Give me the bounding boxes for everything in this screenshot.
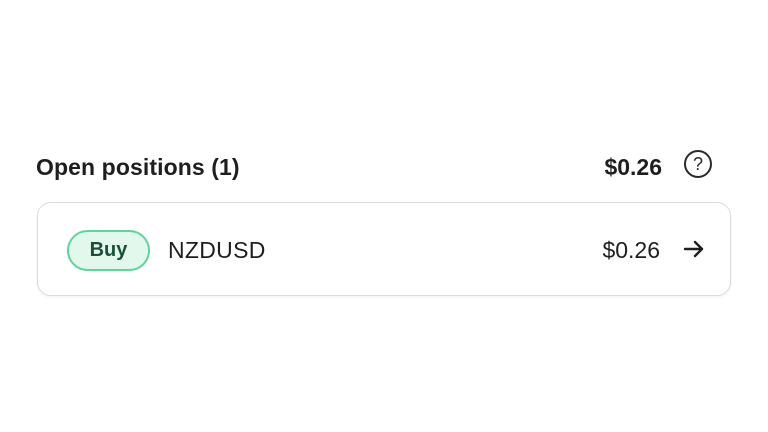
- arrow-right-icon[interactable]: [682, 237, 706, 261]
- position-card[interactable]: Buy NZDUSD $0.26: [37, 202, 731, 296]
- total-pnl: $0.26: [604, 154, 662, 180]
- open-positions-page: Open positions (1) $0.26 ? Buy NZDUSD $0…: [0, 0, 768, 432]
- position-pnl: $0.26: [602, 237, 660, 263]
- question-circle-icon[interactable]: ?: [684, 150, 712, 178]
- section-title: Open positions (1): [36, 154, 240, 180]
- open-positions-header: Open positions (1) $0.26 ?: [36, 148, 716, 186]
- buy-badge: Buy: [67, 230, 150, 271]
- position-symbol: NZDUSD: [168, 237, 266, 263]
